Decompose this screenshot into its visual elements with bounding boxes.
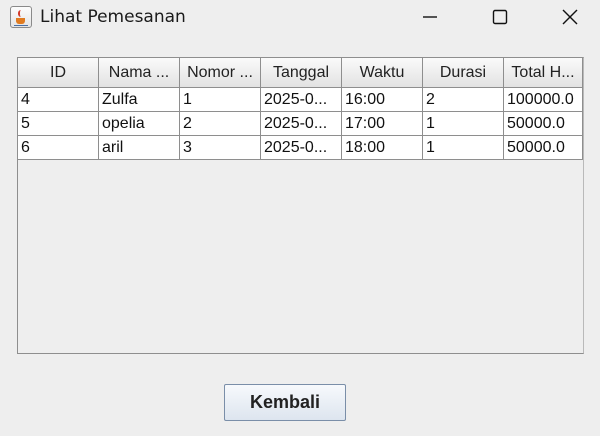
table-row[interactable]: 6 aril 3 2025-0... 18:00 1 50000.0: [18, 136, 583, 160]
table-cell[interactable]: 2: [180, 112, 261, 136]
table-cell[interactable]: 100000.0: [504, 88, 583, 112]
column-header-nama[interactable]: Nama ...: [99, 58, 180, 88]
table-cell[interactable]: 3: [180, 136, 261, 160]
bookings-table[interactable]: ID Nama ... Nomor ... Tanggal Waktu Dura…: [17, 57, 584, 354]
table-cell[interactable]: 2: [423, 88, 504, 112]
column-header-tanggal[interactable]: Tanggal: [261, 58, 342, 88]
maximize-button[interactable]: [477, 0, 523, 34]
table-cell[interactable]: 18:00: [342, 136, 423, 160]
column-header-total[interactable]: Total H...: [504, 58, 583, 88]
column-header-id[interactable]: ID: [18, 58, 99, 88]
close-button[interactable]: [547, 0, 593, 34]
table-cell[interactable]: 17:00: [342, 112, 423, 136]
column-header-waktu[interactable]: Waktu: [342, 58, 423, 88]
column-header-durasi[interactable]: Durasi: [423, 58, 504, 88]
maximize-icon: [492, 9, 508, 25]
table-cell[interactable]: 16:00: [342, 88, 423, 112]
table-cell[interactable]: 1: [423, 112, 504, 136]
table-cell[interactable]: 50000.0: [504, 136, 583, 160]
close-icon: [562, 9, 578, 25]
table-cell[interactable]: 2025-0...: [261, 136, 342, 160]
table-cell[interactable]: 6: [18, 136, 99, 160]
table-cell[interactable]: 50000.0: [504, 112, 583, 136]
table-cell[interactable]: 1: [423, 136, 504, 160]
table-row[interactable]: 4 Zulfa 1 2025-0... 16:00 2 100000.0: [18, 88, 583, 112]
table-cell[interactable]: Zulfa: [99, 88, 180, 112]
table-body: 4 Zulfa 1 2025-0... 16:00 2 100000.0 5 o…: [18, 88, 583, 160]
column-header-nomor[interactable]: Nomor ...: [180, 58, 261, 88]
table-cell[interactable]: opelia: [99, 112, 180, 136]
java-cup-icon: [10, 6, 32, 28]
table-cell[interactable]: 2025-0...: [261, 88, 342, 112]
window-title: Lihat Pemesanan: [40, 7, 186, 27]
title-bar: Lihat Pemesanan: [0, 0, 600, 34]
minimize-button[interactable]: [407, 0, 453, 34]
table-cell[interactable]: 1: [180, 88, 261, 112]
table-cell[interactable]: 2025-0...: [261, 112, 342, 136]
table-cell[interactable]: 4: [18, 88, 99, 112]
table-header: ID Nama ... Nomor ... Tanggal Waktu Dura…: [18, 58, 583, 88]
minimize-icon: [423, 16, 437, 18]
table-cell[interactable]: 5: [18, 112, 99, 136]
table-cell[interactable]: aril: [99, 136, 180, 160]
back-button[interactable]: Kembali: [224, 384, 346, 421]
table-row[interactable]: 5 opelia 2 2025-0... 17:00 1 50000.0: [18, 112, 583, 136]
